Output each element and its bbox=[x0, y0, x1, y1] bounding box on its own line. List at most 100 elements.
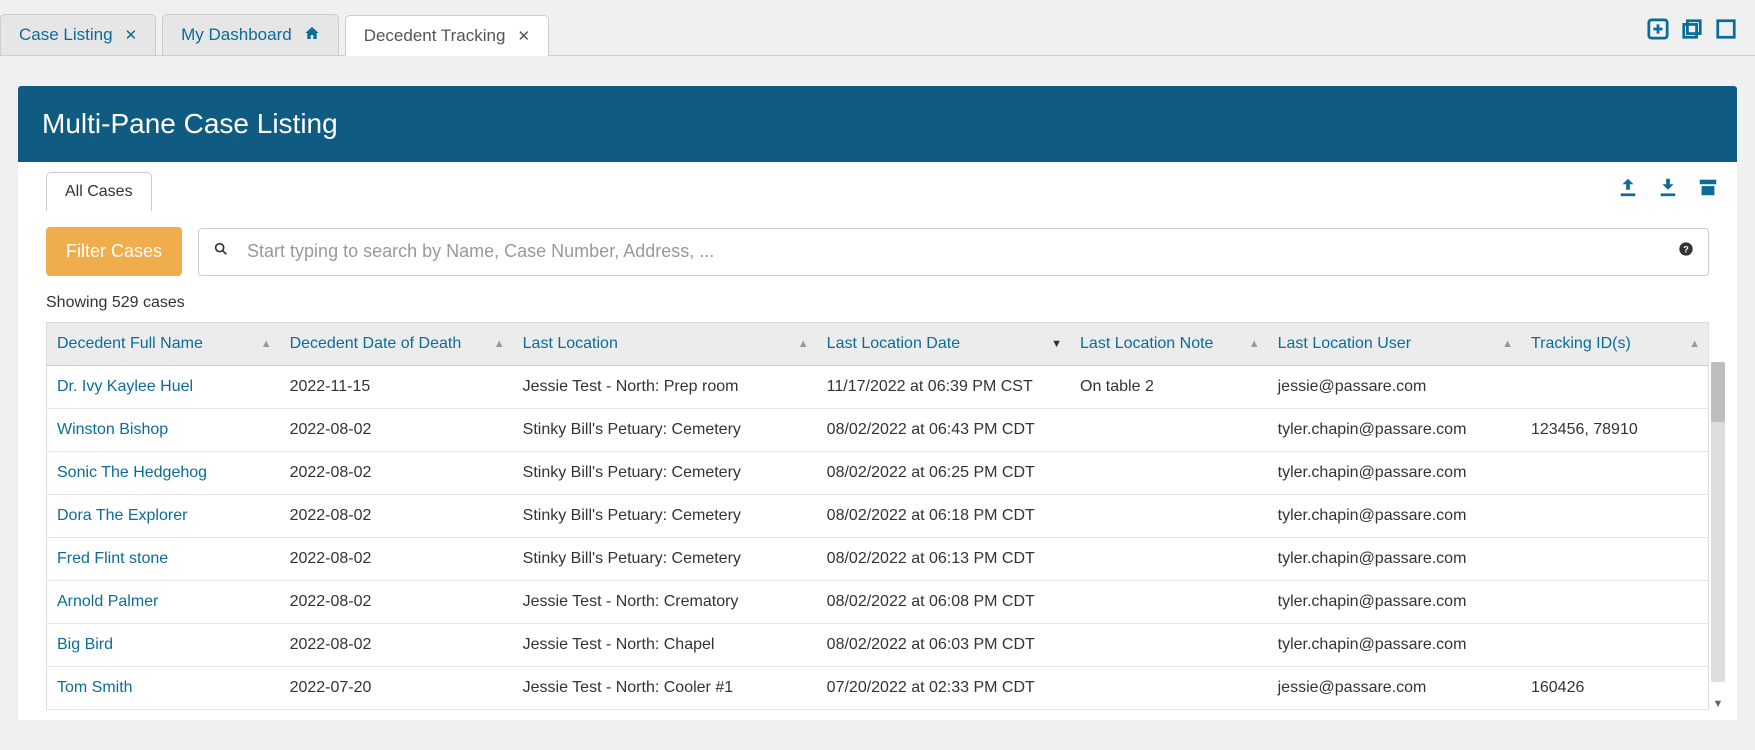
sub-tab-all-cases[interactable]: All Cases bbox=[46, 172, 152, 211]
col-label: Last Location User bbox=[1278, 335, 1411, 352]
cell-locdate: 08/02/2022 at 06:13 PM CDT bbox=[817, 538, 1070, 581]
svg-text:?: ? bbox=[1683, 244, 1689, 254]
sort-icon: ▲ bbox=[1249, 338, 1260, 350]
tab-label: My Dashboard bbox=[181, 25, 292, 45]
tab-case-listing[interactable]: Case Listing ✕ bbox=[0, 14, 156, 55]
table-row: Winston Bishop2022-08-02Stinky Bill's Pe… bbox=[47, 409, 1709, 452]
home-icon bbox=[304, 25, 320, 45]
cell-note bbox=[1070, 624, 1268, 667]
col-label: Tracking ID(s) bbox=[1531, 335, 1631, 352]
cell-loc: Stinky Bill's Petuary: Cemetery bbox=[513, 452, 817, 495]
close-icon[interactable]: ✕ bbox=[125, 26, 138, 44]
page-title: Multi-Pane Case Listing bbox=[42, 108, 1713, 140]
cell-user: jessie@passare.com bbox=[1268, 366, 1521, 409]
col-last-location[interactable]: Last Location ▲ bbox=[513, 323, 817, 366]
tab-my-dashboard[interactable]: My Dashboard bbox=[162, 14, 339, 55]
help-icon[interactable]: ? bbox=[1678, 241, 1694, 262]
col-date-of-death[interactable]: Decedent Date of Death ▲ bbox=[280, 323, 513, 366]
col-label: Last Location Date bbox=[827, 335, 960, 352]
search-icon bbox=[213, 241, 229, 262]
col-label: Decedent Date of Death bbox=[290, 335, 462, 352]
cell-tracking bbox=[1521, 366, 1709, 409]
cell-user: tyler.chapin@passare.com bbox=[1268, 409, 1521, 452]
tab-label: Decedent Tracking bbox=[364, 26, 506, 46]
cell-name[interactable]: Arnold Palmer bbox=[47, 581, 280, 624]
cell-tracking bbox=[1521, 495, 1709, 538]
cell-dod: 2022-08-02 bbox=[280, 581, 513, 624]
sort-icon: ▲ bbox=[798, 338, 809, 350]
cell-locdate: 08/02/2022 at 06:18 PM CDT bbox=[817, 495, 1070, 538]
cell-name[interactable]: Dora The Explorer bbox=[47, 495, 280, 538]
cell-loc: Stinky Bill's Petuary: Cemetery bbox=[513, 538, 817, 581]
col-last-location-date[interactable]: Last Location Date▼ bbox=[817, 323, 1070, 366]
cell-locdate: 08/02/2022 at 06:25 PM CDT bbox=[817, 452, 1070, 495]
scrollbar-thumb[interactable] bbox=[1711, 362, 1725, 422]
upload-icon[interactable] bbox=[1617, 176, 1639, 203]
archive-icon[interactable] bbox=[1697, 176, 1719, 203]
tab-decedent-tracking[interactable]: Decedent Tracking ✕ bbox=[345, 15, 549, 56]
col-tracking-ids[interactable]: Tracking ID(s) ▲ bbox=[1521, 323, 1709, 366]
cell-user: jessie@passare.com bbox=[1268, 667, 1521, 710]
sort-icon: ▲ bbox=[494, 338, 505, 350]
cell-dod: 2022-11-15 bbox=[280, 366, 513, 409]
scroll-down-icon[interactable]: ▼ bbox=[1711, 696, 1725, 712]
cell-dod: 2022-08-02 bbox=[280, 495, 513, 538]
table-row: Dr. Ivy Kaylee Huel2022-11-15Jessie Test… bbox=[47, 366, 1709, 409]
cell-name[interactable]: Dr. Ivy Kaylee Huel bbox=[47, 366, 280, 409]
search-input[interactable] bbox=[199, 229, 1708, 275]
cell-loc: Jessie Test - North: Crematory bbox=[513, 581, 817, 624]
cell-tracking bbox=[1521, 538, 1709, 581]
table-row: Big Bird2022-08-02Jessie Test - North: C… bbox=[47, 624, 1709, 667]
showing-count: Showing 529 cases bbox=[18, 276, 1737, 322]
cell-note bbox=[1070, 495, 1268, 538]
col-last-location-user[interactable]: Last Location User ▲ bbox=[1268, 323, 1521, 366]
filter-cases-button[interactable]: Filter Cases bbox=[46, 227, 182, 276]
col-label: Decedent Full Name bbox=[57, 335, 203, 352]
table-body: Dr. Ivy Kaylee Huel2022-11-15Jessie Test… bbox=[47, 366, 1709, 710]
search-field-wrap: ? bbox=[198, 228, 1709, 276]
cell-user: tyler.chapin@passare.com bbox=[1268, 624, 1521, 667]
cell-name[interactable]: Tom Smith bbox=[47, 667, 280, 710]
col-decedent-name[interactable]: Decedent Full Name ▲ bbox=[47, 323, 280, 366]
cell-name[interactable]: Winston Bishop bbox=[47, 409, 280, 452]
cell-name[interactable]: Big Bird bbox=[47, 624, 280, 667]
cell-user: tyler.chapin@passare.com bbox=[1268, 581, 1521, 624]
cell-note: On table 2 bbox=[1070, 366, 1268, 409]
panel-actions bbox=[1617, 176, 1719, 203]
cell-tracking: 123456, 78910 bbox=[1521, 409, 1709, 452]
col-last-location-note[interactable]: Last Location Note▲ bbox=[1070, 323, 1268, 366]
cell-note bbox=[1070, 538, 1268, 581]
cell-tracking: 160426 bbox=[1521, 667, 1709, 710]
cell-note bbox=[1070, 667, 1268, 710]
cases-table: Decedent Full Name ▲ Decedent Date of Dea… bbox=[46, 322, 1709, 710]
sort-icon: ▲ bbox=[1689, 338, 1700, 350]
cell-name[interactable]: Fred Flint stone bbox=[47, 538, 280, 581]
cell-locdate: 08/02/2022 at 06:03 PM CDT bbox=[817, 624, 1070, 667]
main-panel: All Cases Filter Cases ? Showing 5 bbox=[18, 162, 1737, 720]
cell-loc: Stinky Bill's Petuary: Cemetery bbox=[513, 409, 817, 452]
cell-tracking bbox=[1521, 624, 1709, 667]
cell-locdate: 11/17/2022 at 06:39 PM CST bbox=[817, 366, 1070, 409]
download-icon[interactable] bbox=[1657, 176, 1679, 203]
close-icon[interactable]: ✕ bbox=[517, 27, 530, 45]
maximize-icon[interactable] bbox=[1715, 18, 1737, 45]
cell-name[interactable]: Sonic The Hedgehog bbox=[47, 452, 280, 495]
tab-label: Case Listing bbox=[19, 25, 113, 45]
sub-tab-label: All Cases bbox=[65, 183, 133, 200]
cell-dod: 2022-08-02 bbox=[280, 452, 513, 495]
tab-bar-actions bbox=[1647, 18, 1737, 45]
add-tab-icon[interactable] bbox=[1647, 18, 1669, 45]
restore-window-icon[interactable] bbox=[1681, 18, 1703, 45]
table-wrap: Decedent Full Name ▲ Decedent Date of Dea… bbox=[46, 322, 1709, 710]
sort-icon: ▲ bbox=[261, 338, 272, 350]
cell-loc: Jessie Test - North: Prep room bbox=[513, 366, 817, 409]
cell-tracking bbox=[1521, 581, 1709, 624]
table-row: Sonic The Hedgehog2022-08-02Stinky Bill'… bbox=[47, 452, 1709, 495]
tab-bar: Case Listing ✕ My Dashboard Decedent Tra… bbox=[0, 0, 1755, 56]
scrollbar[interactable] bbox=[1711, 362, 1725, 682]
cell-loc: Stinky Bill's Petuary: Cemetery bbox=[513, 495, 817, 538]
table-header-row: Decedent Full Name ▲ Decedent Date of Dea… bbox=[47, 323, 1709, 366]
sort-icon: ▲ bbox=[1502, 338, 1513, 350]
sub-tab-bar: All Cases bbox=[18, 162, 1737, 211]
col-label: Last Location bbox=[523, 335, 618, 352]
